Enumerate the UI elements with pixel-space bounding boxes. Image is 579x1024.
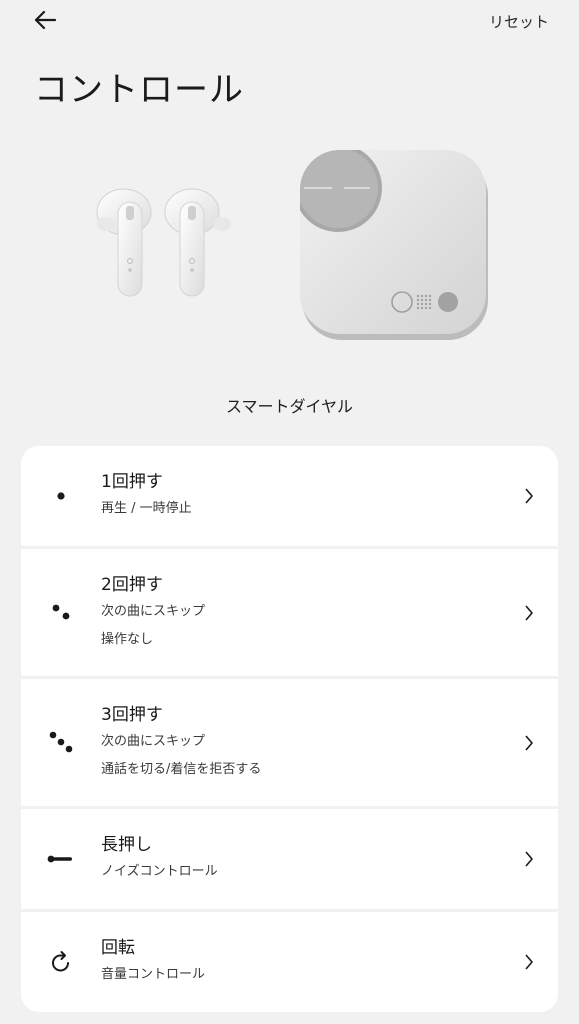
device-name: スマートダイヤル (225, 397, 354, 416)
control-item-text: 2回押す 次の曲にスキップ 操作なし (101, 574, 205, 649)
chevron-right-icon (522, 734, 536, 752)
earbuds-image (88, 182, 238, 306)
control-item-title: 回転 (101, 938, 135, 958)
control-item-text: 1回押す 再生 / 一時停止 (101, 471, 192, 518)
rotate-icon (45, 946, 77, 978)
control-item-action: ノイズコントロール (101, 864, 218, 879)
control-item-title: 3回押す (101, 705, 163, 725)
control-item-action: 通話を切る/着信を拒否する (101, 762, 262, 777)
control-item-single-press[interactable]: 1回押す 再生 / 一時停止 (21, 446, 558, 546)
control-item-action: 次の曲にスキップ (101, 734, 206, 749)
control-item-text: 長押し ノイズコントロール (101, 834, 218, 881)
single-dot-icon (45, 480, 77, 512)
long-press-dash-icon (45, 843, 77, 875)
control-item-long-press[interactable]: 長押し ノイズコントロール (21, 809, 558, 909)
page-title: コントロール (34, 70, 244, 110)
top-bar: リセット (0, 0, 579, 44)
double-dot-icon (45, 596, 77, 628)
chevron-right-icon (522, 953, 536, 971)
control-item-title: 1回押す (101, 472, 163, 492)
control-item-double-press[interactable]: 2回押す 次の曲にスキップ 操作なし (21, 549, 558, 676)
control-item-rotate[interactable]: 回転 音量コントロール (21, 912, 558, 1012)
arrow-left-icon (34, 10, 57, 34)
chevron-right-icon (522, 604, 536, 622)
control-item-action: 操作なし (101, 632, 154, 647)
control-item-action: 再生 / 一時停止 (101, 501, 192, 516)
control-item-action: 次の曲にスキップ (101, 604, 206, 619)
control-item-action: 音量コントロール (101, 967, 206, 982)
control-item-title: 長押し (101, 835, 152, 855)
triple-dot-icon (45, 726, 77, 758)
control-item-triple-press[interactable]: 3回押す 次の曲にスキップ 通話を切る/着信を拒否する (21, 679, 558, 806)
device-illustration (0, 140, 579, 350)
control-item-text: 回転 音量コントロール (101, 937, 205, 984)
control-item-title: 2回押す (101, 575, 163, 595)
reset-button[interactable]: リセット (489, 11, 549, 32)
chevron-right-icon (522, 850, 536, 868)
controls-list: 1回押す 再生 / 一時停止 2回押す 次の曲にスキップ 操作なし 3回押す 次… (21, 446, 558, 1012)
chevron-right-icon (522, 487, 536, 505)
back-button[interactable] (28, 6, 62, 38)
charging-case-image (296, 146, 492, 346)
control-item-text: 3回押す 次の曲にスキップ 通話を切る/着信を拒否する (101, 704, 261, 779)
